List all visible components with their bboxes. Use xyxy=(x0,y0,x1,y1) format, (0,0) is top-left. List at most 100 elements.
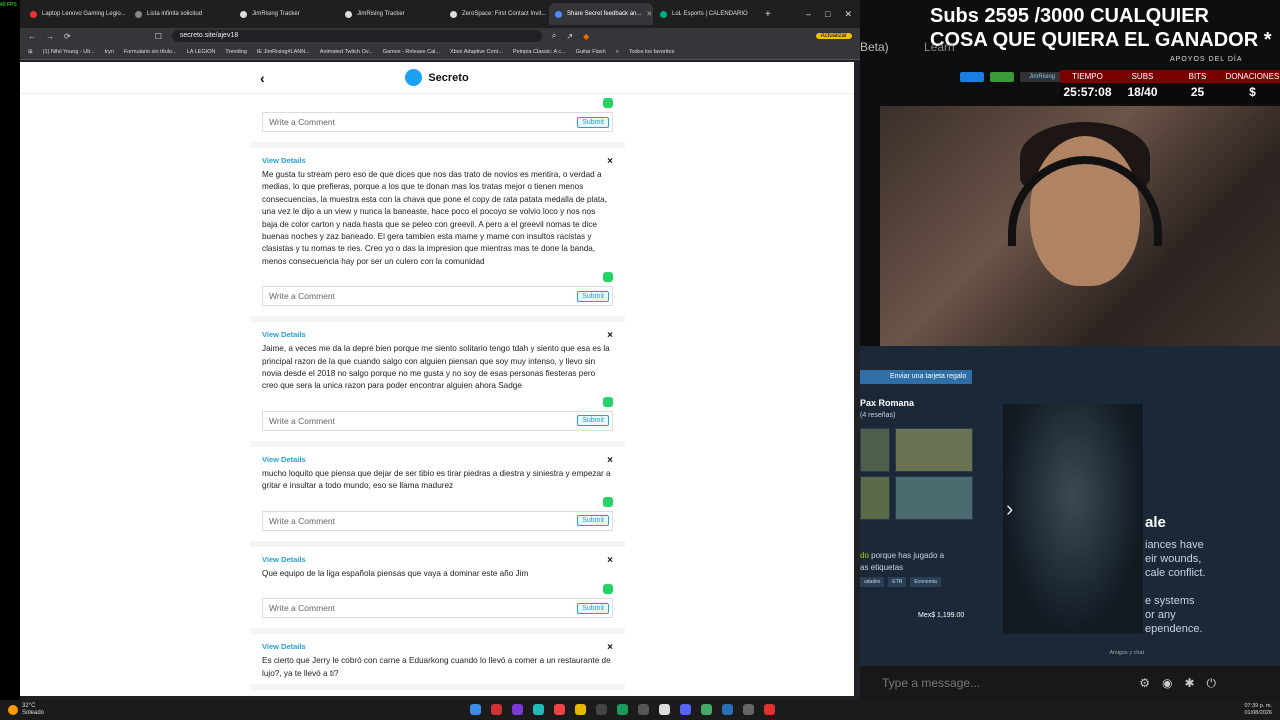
stat-bits: BITS 25 xyxy=(1170,70,1225,104)
bookmark-icon[interactable]: ☐ xyxy=(155,32,162,41)
tag[interactable]: ETR xyxy=(888,577,907,587)
tab-5[interactable]: Share Secret feedback an... ✕ xyxy=(549,3,653,25)
view-details-link[interactable]: View Details xyxy=(262,555,613,564)
app-icon[interactable] xyxy=(701,704,712,715)
maximize-button[interactable]: □ xyxy=(825,9,830,20)
app-icon[interactable] xyxy=(638,704,649,715)
whatsapp-share-icon[interactable] xyxy=(603,396,613,407)
post-message: Jaime, a veces me da la depre bien porqu… xyxy=(262,344,610,391)
system-clock[interactable]: 07:39 p. m. 01/08/2026 xyxy=(1244,703,1272,717)
app-icon[interactable] xyxy=(596,704,607,715)
bookmark-item[interactable]: Xbox Adaptive Cont... xyxy=(450,49,503,55)
view-details-link[interactable]: View Details xyxy=(262,330,613,339)
tab-favicon-icon xyxy=(135,10,142,18)
brave-icon[interactable] xyxy=(554,704,565,715)
close-icon[interactable]: × xyxy=(607,455,613,466)
chat-placeholder[interactable]: Type a message... xyxy=(882,676,980,690)
screenshot-thumb[interactable] xyxy=(860,428,890,472)
bookmark-item[interactable]: IE JimRising#LANN... xyxy=(257,49,310,55)
tab-6[interactable]: LoL Esports | CALENDARIO xyxy=(654,3,758,25)
submit-button[interactable]: Submit xyxy=(577,602,609,614)
tab-3[interactable]: JimRising Tracker xyxy=(339,3,443,25)
bug-icon[interactable]: ✱ xyxy=(1184,676,1206,690)
submit-button[interactable]: Submit xyxy=(577,116,609,128)
friends-chat-label[interactable]: Amigos y chat xyxy=(1109,650,1144,656)
forward-icon[interactable]: → xyxy=(46,32,54,41)
view-details-link[interactable]: View Details xyxy=(262,642,613,651)
view-details-link[interactable]: View Details xyxy=(262,455,613,464)
submit-button[interactable]: Submit xyxy=(577,515,609,527)
gift-card-button[interactable]: Enviar una tarjeta regalo xyxy=(860,370,973,384)
tab-1[interactable]: Lista infinita solicitud xyxy=(129,3,233,25)
whatsapp-share-icon[interactable] xyxy=(603,496,613,507)
close-window-button[interactable]: ✕ xyxy=(844,9,852,20)
bookmark-item[interactable]: Formulario sin título... xyxy=(124,49,177,55)
screenshot-thumb[interactable] xyxy=(860,476,890,520)
comment-input[interactable] xyxy=(269,515,578,526)
bookmark-item[interactable]: Games - Release Cal... xyxy=(383,49,440,55)
steam-icon[interactable] xyxy=(722,704,733,715)
close-tab-icon[interactable]: ✕ xyxy=(646,10,652,18)
close-icon[interactable]: × xyxy=(607,555,613,566)
bookmark-item[interactable]: tryn xyxy=(105,49,114,55)
app-icon[interactable] xyxy=(617,704,628,715)
search-icon[interactable]: ⌕ xyxy=(552,31,556,41)
next-arrow-icon[interactable]: › xyxy=(1006,496,1013,522)
discord-icon[interactable] xyxy=(680,704,691,715)
weather[interactable]: 32°C Soleado xyxy=(22,703,44,717)
comment-input[interactable] xyxy=(269,603,578,614)
brave-shield-icon[interactable]: ◆ xyxy=(583,32,589,41)
game-title: Pax Romana xyxy=(860,398,915,408)
app-icon[interactable] xyxy=(491,704,502,715)
windows-start-icon[interactable] xyxy=(470,704,481,715)
tab-4[interactable]: ZeroSpace: First Contact Invit... xyxy=(444,3,548,25)
bookmark-item[interactable]: Trending xyxy=(225,49,247,55)
bookmark-item[interactable]: Guitar Flash xyxy=(576,49,606,55)
app-icon[interactable] xyxy=(764,704,775,715)
app-icon[interactable] xyxy=(743,704,754,715)
close-icon[interactable]: × xyxy=(607,330,613,341)
app-icon[interactable] xyxy=(512,704,523,715)
new-tab-button[interactable]: + xyxy=(765,9,771,20)
power-icon[interactable]: ⏻ xyxy=(1207,676,1229,690)
tag[interactable]: Economía xyxy=(910,577,941,587)
edge-icon[interactable] xyxy=(533,704,544,715)
comment-input[interactable] xyxy=(269,415,578,426)
submit-button[interactable]: Submit xyxy=(577,415,609,427)
whatsapp-share-icon[interactable] xyxy=(603,272,613,283)
comment-box: Submit xyxy=(262,510,613,531)
whatsapp-share-icon[interactable] xyxy=(603,584,613,595)
tag[interactable]: udades xyxy=(860,577,885,587)
minimize-button[interactable]: – xyxy=(806,9,811,20)
screenshot-thumb[interactable] xyxy=(895,428,973,472)
tab-0[interactable]: Laptop Lenovo Gaming Legio... xyxy=(24,3,128,25)
update-button[interactable]: Actualizar xyxy=(815,33,852,39)
comment-input[interactable] xyxy=(269,291,578,302)
bookmark-item[interactable]: LA LEGION xyxy=(187,49,216,55)
more-bookmarks-icon[interactable]: » xyxy=(616,49,619,55)
back-icon[interactable]: ← xyxy=(28,32,36,41)
whatsapp-share-icon[interactable] xyxy=(603,98,613,108)
view-details-link[interactable]: View Details xyxy=(262,156,613,165)
folder-icon[interactable] xyxy=(575,704,586,715)
close-icon[interactable]: × xyxy=(607,156,613,167)
share-icon[interactable]: ↗ xyxy=(566,32,573,41)
submit-button[interactable]: Submit xyxy=(577,290,609,302)
comment-input[interactable] xyxy=(269,117,578,127)
reload-icon[interactable]: ⟳ xyxy=(64,32,71,41)
address-bar[interactable]: secreto.site/ajev18 xyxy=(171,30,542,42)
bookmark-item[interactable]: (1) Nihil Young - Ult... xyxy=(43,49,95,55)
apps-icon[interactable]: ⊞ xyxy=(28,49,33,55)
screenshot-thumb[interactable] xyxy=(895,476,973,520)
gear-icon[interactable]: ⚙ xyxy=(1139,676,1162,690)
apoyos-label: APOYOS DEL DÍA xyxy=(1170,56,1243,63)
bookmark-item[interactable]: Petopia Classic: A c... xyxy=(513,49,566,55)
comment-box: Submit xyxy=(262,112,613,132)
bookmark-folder-all[interactable]: Todos los favoritos xyxy=(629,49,675,55)
close-icon[interactable]: × xyxy=(607,642,613,653)
back-chevron-icon[interactable]: ‹ xyxy=(260,62,265,94)
bookmark-item[interactable]: Animated Twitch Ov... xyxy=(320,49,373,55)
discord-icon[interactable]: ◉ xyxy=(1162,676,1184,690)
tab-2[interactable]: JimRising Tracker xyxy=(234,3,338,25)
app-icon[interactable] xyxy=(659,704,670,715)
